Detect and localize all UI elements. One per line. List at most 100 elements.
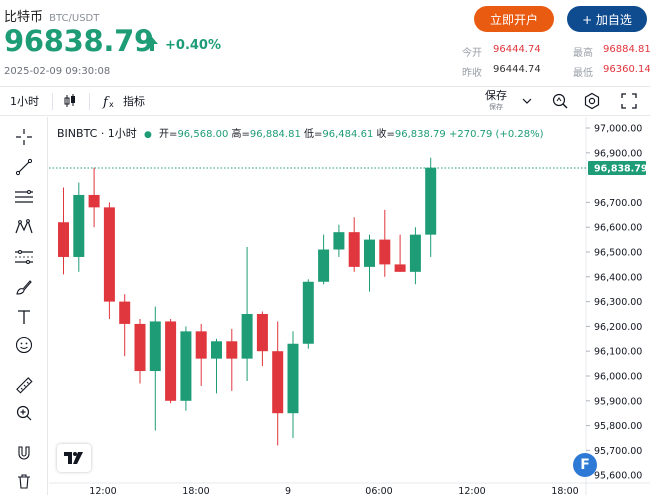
y-tick-label: 95,800.00 [594, 421, 642, 432]
y-tick-label: 95,700.00 [594, 446, 642, 457]
trendline-icon[interactable] [12, 155, 36, 179]
candle-body [364, 239, 375, 267]
horizontal-lines-icon[interactable] [12, 185, 36, 209]
coin-name-label: 比特币 [4, 10, 44, 25]
candle-body [226, 341, 238, 359]
add-watchlist-button[interactable]: + 加自选 [567, 6, 647, 32]
current-price: 96838.79 [4, 24, 154, 58]
candlestick-chart[interactable]: 97,000.00 96,900.00 96,700.00 96,600.00 96,5… [49, 117, 650, 495]
y-tick-label: 96,900.00 [594, 148, 642, 159]
candle-body [379, 239, 391, 265]
coin-name: 比特币 BTC/USDT [4, 6, 99, 25]
stat-prev-close-value: 96444.74 [493, 64, 541, 75]
legend-change: +270.79 (+0.28%) [448, 129, 544, 140]
candle-body [333, 232, 345, 250]
candle-body [165, 321, 177, 401]
save-button[interactable]: 保存 保存 [482, 89, 510, 112]
candle-body [318, 249, 330, 282]
x-tick-label: 9 [285, 486, 291, 495]
candle-body [88, 194, 100, 208]
save-dropdown-chevron-icon[interactable] [522, 87, 532, 115]
candle-body [195, 331, 207, 359]
legend-close: 96,838.79 [394, 129, 446, 140]
candle-body [119, 301, 131, 324]
stat-high-value: 96884.81 [603, 44, 650, 55]
legend-low: 96,484.61 [322, 129, 374, 140]
tradingview-logo[interactable] [57, 444, 91, 472]
candle-body [348, 232, 360, 267]
settings-icon[interactable] [583, 87, 601, 115]
candle-body [149, 321, 161, 372]
fullscreen-icon[interactable] [621, 87, 637, 115]
svg-text:x: x [109, 100, 114, 109]
up-arrow-icon [146, 37, 158, 51]
y-tick-label: 96,400.00 [594, 272, 642, 283]
ruler-icon[interactable] [12, 373, 36, 397]
candle-body [134, 323, 146, 372]
candle-body [302, 281, 314, 344]
open-account-button[interactable]: 立即开户 [474, 6, 554, 32]
legend-symbol: BINBTC · 1小时 [57, 127, 137, 140]
chart-legend: BINBTC · 1小时 ● 开=96,568.00 高=96,884.81 低… [57, 127, 544, 140]
candles-icon[interactable] [62, 87, 78, 115]
magnet-icon[interactable] [12, 441, 36, 465]
candle-body [394, 264, 406, 272]
trading-pair: BTC/USDT [49, 13, 100, 24]
y-tick-label: 96,700.00 [594, 198, 642, 209]
candle-body [256, 314, 268, 352]
toolbar-divider [89, 93, 90, 110]
toolbar-divider [52, 93, 53, 110]
candle-body [73, 194, 85, 257]
candle-body [241, 314, 253, 359]
x-tick-label: 12:00 [458, 486, 485, 495]
candle-body [409, 234, 421, 272]
current-price-label: 96,838.79 [594, 163, 648, 174]
text-icon[interactable] [12, 305, 36, 329]
quote-timestamp: 2025-02-09 09:30:08 [4, 66, 111, 77]
crosshair-icon[interactable] [12, 125, 36, 149]
candle-body [180, 331, 192, 401]
stat-open: 今开 [462, 48, 482, 59]
emoji-icon[interactable] [12, 333, 36, 357]
stat-open-value: 96444.74 [493, 44, 541, 55]
stat-prev-close: 昨收 [462, 68, 482, 79]
candle-body [211, 341, 222, 359]
candle-body [103, 207, 115, 302]
measure-icon[interactable] [12, 245, 36, 269]
zoom-icon[interactable] [12, 401, 36, 425]
alert-icon[interactable] [551, 87, 569, 115]
stat-low: 最低 [573, 68, 593, 79]
chart-toolbar: 1小时 f x 指标 保存 保存 [0, 86, 650, 116]
save-label: 保存 [485, 89, 507, 102]
y-tick-label: 96,000.00 [594, 372, 642, 383]
y-tick-label: 96,300.00 [594, 297, 642, 308]
pattern-icon[interactable] [12, 215, 36, 239]
legend-high: 96,884.81 [249, 129, 301, 140]
drawing-toolbar [0, 117, 48, 495]
x-tick-label: 12:00 [89, 486, 116, 495]
x-tick-label: 06:00 [365, 486, 392, 495]
y-tick-label: 96,100.00 [594, 347, 642, 358]
price-change-percent: +0.40% [165, 38, 221, 53]
stat-high: 最高 [573, 48, 593, 59]
y-tick-label: 96,200.00 [594, 322, 642, 333]
candle-body [58, 222, 69, 257]
quote-header: 比特币 BTC/USDT 96838.79 +0.40% 2025-02-09 … [0, 0, 650, 85]
x-tick-label: 18:00 [182, 486, 209, 495]
f-badge-icon[interactable]: F [573, 453, 597, 477]
y-tick-label: 96,600.00 [594, 223, 642, 234]
save-sub-label: 保存 [489, 103, 503, 111]
y-tick-label: 95,900.00 [594, 396, 642, 407]
brush-icon[interactable] [12, 275, 36, 299]
trash-icon[interactable] [12, 469, 36, 493]
interval-selector[interactable]: 1小时 [10, 87, 39, 115]
y-tick-label: 97,000.00 [594, 124, 642, 135]
candle-body [287, 343, 299, 414]
indicators-label: 指标 [123, 95, 145, 108]
y-tick-label: 96,500.00 [594, 248, 642, 259]
indicators-button[interactable]: f x 指标 [102, 87, 145, 115]
y-tick-label: 95,600.00 [594, 471, 642, 482]
x-tick-label: 18:00 [551, 486, 578, 495]
legend-open: 96,568.00 [177, 129, 229, 140]
legend-status-dot: ● [144, 130, 152, 140]
